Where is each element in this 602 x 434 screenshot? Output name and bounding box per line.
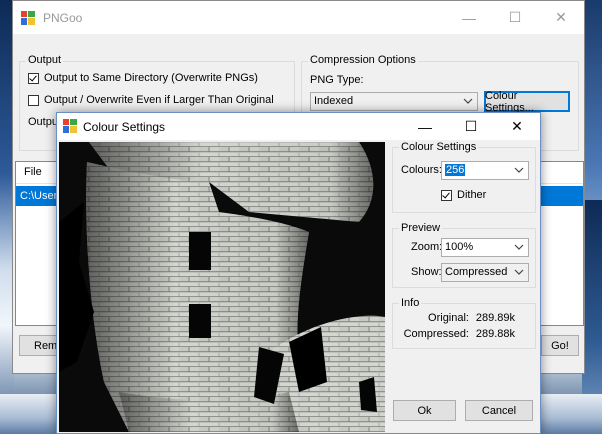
preview-group: Preview Zoom: 100% Show: Compressed (392, 222, 536, 288)
info-group-title: Info (399, 297, 422, 309)
dither-checkbox[interactable]: Dither (441, 189, 486, 201)
compressed-size-label: Compressed: (403, 328, 469, 340)
maximize-button[interactable]: ☐ (492, 1, 538, 34)
ok-button[interactable]: Ok (393, 400, 456, 421)
dialog-minimize-button[interactable]: — (402, 113, 448, 140)
maximize-icon: ☐ (464, 118, 478, 134)
show-value: Compressed (445, 266, 508, 278)
output-group-title: Output (26, 54, 64, 66)
pngoo-app-icon (63, 119, 77, 133)
minimize-icon: — (418, 118, 432, 135)
zoom-value: 100% (445, 241, 474, 253)
main-titlebar: PNGoo — ☐ ✕ (13, 1, 584, 34)
show-label: Show: (411, 266, 442, 278)
colour-settings-dialog: Colour Settings — ☐ ✕ Colour Settings Co… (56, 112, 541, 434)
checkbox-checked-icon[interactable] (28, 72, 39, 84)
minimize-icon: — (462, 9, 476, 26)
original-size-value: 289.89k (475, 312, 515, 324)
go-button-label: Go! (551, 339, 569, 352)
minimize-button[interactable]: — (446, 1, 492, 34)
checkbox-checked-icon[interactable] (441, 189, 452, 201)
chevron-down-icon (463, 98, 473, 104)
same-directory-checkbox[interactable]: Output to Same Directory (Overwrite PNGs… (28, 72, 258, 84)
chevron-down-icon (514, 167, 524, 173)
compressed-size-value: 289.88k (475, 328, 515, 340)
dialog-maximize-button[interactable]: ☐ (448, 113, 494, 140)
chevron-down-icon (514, 244, 524, 250)
close-button[interactable]: ✕ (538, 1, 584, 34)
colours-label: Colours: (401, 164, 442, 176)
dialog-title: Colour Settings (83, 120, 166, 134)
checkbox-unchecked-icon[interactable] (28, 94, 39, 106)
overwrite-larger-label: Output / Overwrite Even if Larger Than O… (44, 94, 274, 106)
colour-settings-group: Colour Settings Colours: 256 Dither (392, 141, 536, 213)
chevron-down-icon (514, 269, 524, 275)
cancel-button-label: Cancel (481, 404, 517, 417)
overwrite-larger-checkbox[interactable]: Output / Overwrite Even if Larger Than O… (28, 94, 274, 106)
png-type-select[interactable]: Indexed (310, 92, 478, 111)
main-window-title: PNGoo (43, 11, 83, 25)
colour-settings-group-title: Colour Settings (399, 141, 479, 153)
zoom-label: Zoom: (411, 241, 443, 253)
pngoo-app-icon (21, 11, 35, 25)
go-button[interactable]: Go! (541, 335, 579, 356)
colours-value[interactable]: 256 (445, 164, 466, 176)
close-icon: ✕ (511, 118, 523, 134)
dialog-titlebar: Colour Settings — ☐ ✕ (57, 113, 540, 140)
remove-button[interactable]: Remo (19, 335, 63, 356)
png-type-label: PNG Type: (310, 74, 364, 86)
cancel-button[interactable]: Cancel (465, 400, 533, 421)
same-directory-label: Output to Same Directory (Overwrite PNGs… (44, 72, 258, 84)
dialog-close-button[interactable]: ✕ (494, 113, 540, 140)
ok-button-label: Ok (417, 404, 432, 417)
close-icon: ✕ (555, 9, 567, 25)
preview-group-title: Preview (399, 222, 443, 234)
image-preview[interactable] (59, 142, 385, 432)
castle-tower-image (59, 142, 385, 432)
colours-select[interactable]: 256 (441, 161, 529, 180)
zoom-select[interactable]: 100% (441, 238, 529, 257)
info-group: Info Original: 289.89k Compressed: 289.8… (392, 297, 536, 349)
show-select[interactable]: Compressed (441, 263, 529, 282)
colour-settings-button[interactable]: Colour Settings... (484, 89, 570, 114)
original-size-label: Original: (428, 312, 469, 324)
dither-label: Dither (457, 189, 487, 201)
png-type-value: Indexed (314, 95, 354, 107)
compression-group-title: Compression Options (308, 54, 418, 66)
maximize-icon: ☐ (508, 9, 522, 25)
colour-settings-button-label: Colour Settings... (485, 89, 534, 114)
